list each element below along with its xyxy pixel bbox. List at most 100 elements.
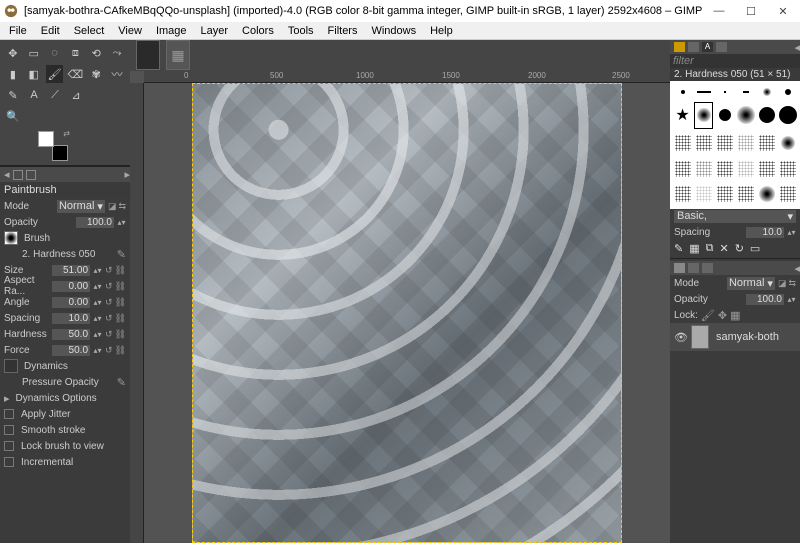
fg-bg-colors[interactable]: ⇄ (38, 131, 68, 161)
brush-swatch[interactable] (736, 102, 755, 130)
spacing-reset-icon[interactable]: ↺ (105, 313, 113, 324)
maximize-button[interactable]: ☐ (744, 5, 758, 18)
color-picker-tool[interactable]: ⟋ (46, 86, 64, 104)
brush-swatch[interactable] (715, 102, 734, 130)
hardness-input[interactable]: 50.0 (52, 329, 90, 340)
brush-swatch[interactable] (694, 182, 713, 206)
canvas[interactable] (144, 83, 670, 543)
eraser-tool[interactable]: ⌫ (66, 65, 84, 83)
brush-spacing-input[interactable]: 10.0 (746, 227, 784, 238)
menu-tools[interactable]: Tools (283, 24, 319, 38)
horizontal-ruler[interactable]: 0 500 1000 1500 2000 2500 (144, 71, 670, 83)
brush-swatch[interactable] (673, 157, 692, 181)
hardness-reset-icon[interactable]: ↺ (105, 329, 113, 340)
patterns-tab[interactable] (688, 42, 699, 52)
layer-opacity-input[interactable]: 100.0 (746, 294, 784, 305)
fonts-tab[interactable]: A (702, 42, 713, 52)
lock-alpha-icon[interactable]: ▦ (730, 309, 740, 322)
menu-file[interactable]: File (4, 24, 32, 38)
brush-open-icon[interactable]: ▭ (750, 242, 760, 255)
device-status-tab[interactable] (26, 170, 36, 180)
text-tool[interactable]: A (25, 86, 43, 104)
layer-name[interactable]: samyak-both (716, 331, 779, 343)
spacing-input[interactable]: 10.0 (52, 313, 90, 324)
path-tool[interactable]: ✎ (4, 86, 22, 104)
vertical-ruler[interactable] (130, 83, 144, 543)
tab-arrow-icon[interactable]: ◂ (4, 168, 10, 181)
brush-swatch[interactable] (757, 102, 776, 130)
move-tool[interactable]: ✥ (4, 44, 22, 62)
layer-visibility-icon[interactable]: 👁 (674, 331, 688, 344)
menu-select[interactable]: Select (69, 24, 110, 38)
paths-tab[interactable] (702, 263, 713, 273)
aspect-reset-icon[interactable]: ↺ (105, 281, 113, 292)
brush-swatch[interactable] (778, 182, 797, 206)
menu-help[interactable]: Help (425, 24, 458, 38)
force-reset-icon[interactable]: ↺ (105, 345, 113, 356)
brush-swatch[interactable] (715, 84, 734, 100)
brush-swatch[interactable] (757, 157, 776, 181)
brush-swatch[interactable] (778, 102, 797, 130)
dynamics-options-label[interactable]: Dynamics Options (16, 393, 126, 404)
image-tab-active[interactable] (136, 40, 160, 70)
layers-tab[interactable] (674, 263, 685, 273)
brush-swatch[interactable] (778, 157, 797, 181)
layer-thumbnail[interactable] (691, 325, 709, 349)
brush-preview-swatch[interactable] (4, 231, 18, 245)
apply-jitter-checkbox[interactable] (4, 409, 14, 419)
aspect-input[interactable]: 0.00 (52, 281, 90, 292)
menu-view[interactable]: View (113, 24, 147, 38)
brush-swatch[interactable] (673, 182, 692, 206)
incremental-checkbox[interactable] (4, 457, 14, 467)
layers-dock-menu-icon[interactable]: ◂ (794, 262, 800, 275)
brush-filter-input[interactable]: filter (673, 55, 694, 67)
brush-swatch[interactable] (757, 84, 776, 100)
brush-refresh-icon[interactable]: ↻ (735, 242, 744, 255)
swap-colors-icon[interactable]: ⇄ (63, 129, 70, 138)
dynamics-edit-icon[interactable]: ✎ (117, 376, 126, 389)
brush-delete-icon[interactable]: ✕ (719, 242, 728, 255)
mode-select[interactable]: Normal▾ (57, 200, 105, 213)
menu-windows[interactable]: Windows (366, 24, 421, 38)
close-button[interactable]: ✕ (776, 5, 790, 18)
menu-edit[interactable]: Edit (36, 24, 65, 38)
angle-input[interactable]: 0.00 (52, 297, 90, 308)
brush-edit-icon[interactable]: ✎ (674, 242, 683, 255)
channels-tab[interactable] (688, 263, 699, 273)
rect-select-tool[interactable]: ▭ (25, 44, 43, 62)
lock-pixels-icon[interactable]: 🖌 (701, 309, 715, 322)
brush-swatch-selected[interactable] (694, 102, 713, 130)
dynamics-value[interactable]: Pressure Opacity (4, 377, 114, 388)
brush-edit-icon[interactable]: ✎ (117, 248, 126, 261)
crop-tool[interactable]: ⧈ (66, 44, 84, 62)
expand-icon[interactable]: ▸ (4, 392, 10, 405)
bucket-fill-tool[interactable]: ▮ (4, 65, 22, 83)
warp-tool[interactable]: ⤳ (108, 44, 126, 62)
gradient-tool[interactable]: ◧ (25, 65, 43, 83)
paintbrush-tool[interactable]: 🖌 (46, 65, 64, 83)
brushes-tab[interactable] (674, 42, 685, 52)
history-tab[interactable] (716, 42, 727, 52)
angle-reset-icon[interactable]: ↺ (105, 297, 113, 308)
brush-swatch[interactable] (715, 131, 734, 155)
brush-swatch[interactable] (694, 131, 713, 155)
lock-brush-checkbox[interactable] (4, 441, 14, 451)
fg-color-swatch[interactable] (38, 131, 54, 147)
new-image-tab[interactable]: ▦ (166, 40, 190, 70)
smooth-stroke-checkbox[interactable] (4, 425, 14, 435)
opacity-input[interactable]: 100.0 (76, 217, 114, 228)
transform-tool[interactable]: ⟲ (87, 44, 105, 62)
brush-swatch[interactable]: ★ (673, 102, 692, 130)
tool-options-tab[interactable] (13, 170, 23, 180)
menu-colors[interactable]: Colors (237, 24, 279, 38)
brush-swatch[interactable] (694, 157, 713, 181)
brush-swatch[interactable] (757, 131, 776, 155)
brush-swatch[interactable] (736, 84, 755, 100)
size-link-icon[interactable]: ⛓ (115, 265, 126, 276)
bg-color-swatch[interactable] (52, 145, 68, 161)
brush-swatch[interactable] (736, 131, 755, 155)
brush-swatch[interactable] (778, 84, 797, 100)
smudge-tool[interactable]: 〰 (108, 65, 126, 83)
brush-swatch[interactable] (715, 182, 734, 206)
brush-duplicate-icon[interactable]: ⧉ (706, 242, 714, 255)
